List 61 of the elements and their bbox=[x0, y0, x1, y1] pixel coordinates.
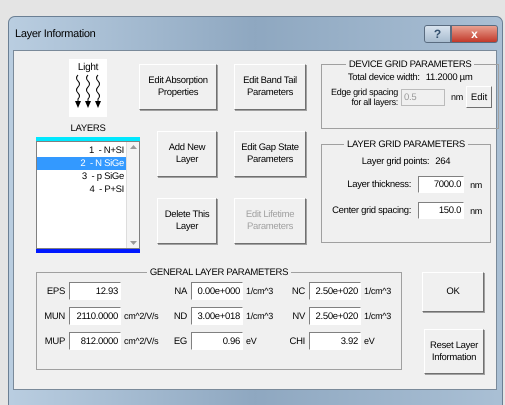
action-button[interactable]: Edit Gap State Parameters bbox=[234, 131, 306, 177]
group-title: LAYER GRID PARAMETERS bbox=[346, 139, 466, 150]
reset-button[interactable]: Reset Layer Information bbox=[424, 329, 484, 374]
input-field[interactable]: 7000.0 bbox=[418, 176, 464, 193]
total-width-value: 11.2000 µm bbox=[426, 72, 472, 83]
unit-label: 1/cm^3 bbox=[245, 286, 274, 296]
window-title: Layer Information bbox=[15, 28, 96, 40]
group-title: GENERAL LAYER PARAMETERS bbox=[148, 267, 290, 278]
edge-spacing-label: Edge grid spacing for all layers: bbox=[330, 87, 398, 107]
action-button[interactable]: Delete This Layer bbox=[157, 198, 217, 244]
light-icon: Light bbox=[69, 59, 107, 117]
layer-item[interactable]: 4 - P+SI bbox=[37, 183, 126, 196]
total-width-label: Total device width: bbox=[348, 72, 420, 83]
layer-item[interactable]: 3 - p SiGe bbox=[37, 170, 126, 183]
unit-label: nm bbox=[450, 92, 463, 102]
layer-list[interactable]: 1 - N+SI 2 - N SiGe 3 - p SiGe 4 - P+SI bbox=[36, 141, 140, 249]
input-field[interactable]: 2.50e+020 bbox=[309, 282, 361, 300]
field-label: Layer thickness: bbox=[347, 179, 412, 190]
input-field[interactable]: 150.0 bbox=[418, 202, 464, 219]
parameter-label: MUP bbox=[44, 336, 66, 346]
input-field[interactable]: 3.00e+018 bbox=[191, 307, 243, 325]
action-button[interactable]: Edit Absorption Properties bbox=[139, 64, 217, 110]
unit-label: 1/cm^3 bbox=[363, 286, 392, 296]
edit-button[interactable]: Edit bbox=[466, 86, 492, 108]
scrollbar[interactable] bbox=[126, 142, 139, 248]
unit-label: nm bbox=[469, 206, 482, 216]
parameter-label: NV bbox=[291, 310, 306, 322]
parameter-label: EG bbox=[172, 336, 188, 346]
parameter-label: NA bbox=[173, 286, 188, 296]
input-field[interactable]: 12.93 bbox=[69, 282, 121, 300]
unit-label: eV bbox=[245, 336, 258, 346]
grid-points-value: 264 bbox=[435, 156, 450, 167]
input-field[interactable]: 3.92 bbox=[309, 332, 361, 350]
parameter-label: CHI bbox=[288, 336, 306, 346]
input-field[interactable]: 2.50e+020 bbox=[309, 307, 361, 325]
input-field[interactable]: 0.96 bbox=[191, 332, 243, 350]
close-button[interactable]: x bbox=[451, 24, 498, 42]
grid-points-label: Layer grid points: bbox=[362, 156, 430, 167]
action-button[interactable]: Edit Band Tail Parameters bbox=[234, 64, 306, 110]
unit-label: 1/cm^3 bbox=[245, 311, 274, 321]
layer-item[interactable]: 1 - N+SI bbox=[37, 144, 126, 157]
group-title: DEVICE GRID PARAMETERS bbox=[348, 59, 472, 70]
layers-label: LAYERS bbox=[70, 123, 106, 134]
scroll-up-icon[interactable] bbox=[130, 145, 136, 149]
scroll-down-icon[interactable] bbox=[130, 241, 136, 245]
field-label: Center grid spacing: bbox=[332, 205, 412, 216]
ok-button[interactable]: OK bbox=[422, 272, 484, 312]
parameter-label: NC bbox=[290, 286, 306, 296]
parameter-label: ND bbox=[172, 310, 188, 322]
unit-label: nm bbox=[469, 180, 482, 190]
action-button[interactable]: Add New Layer bbox=[157, 131, 217, 177]
unit-label: 1/cm^3 bbox=[363, 311, 392, 321]
unit-label: eV bbox=[363, 336, 376, 346]
input-field[interactable]: 812.0000 bbox=[69, 332, 121, 350]
input-field[interactable]: 0.00e+000 bbox=[191, 282, 243, 300]
input-field[interactable]: 2110.0000 bbox=[69, 307, 121, 325]
unit-label: cm^2/V/s bbox=[123, 311, 160, 321]
help-button[interactable]: ? bbox=[424, 24, 451, 42]
parameter-label: MUN bbox=[43, 310, 66, 322]
parameter-label: EPS bbox=[46, 286, 66, 296]
unit-label: cm^2/V/s bbox=[123, 336, 160, 346]
